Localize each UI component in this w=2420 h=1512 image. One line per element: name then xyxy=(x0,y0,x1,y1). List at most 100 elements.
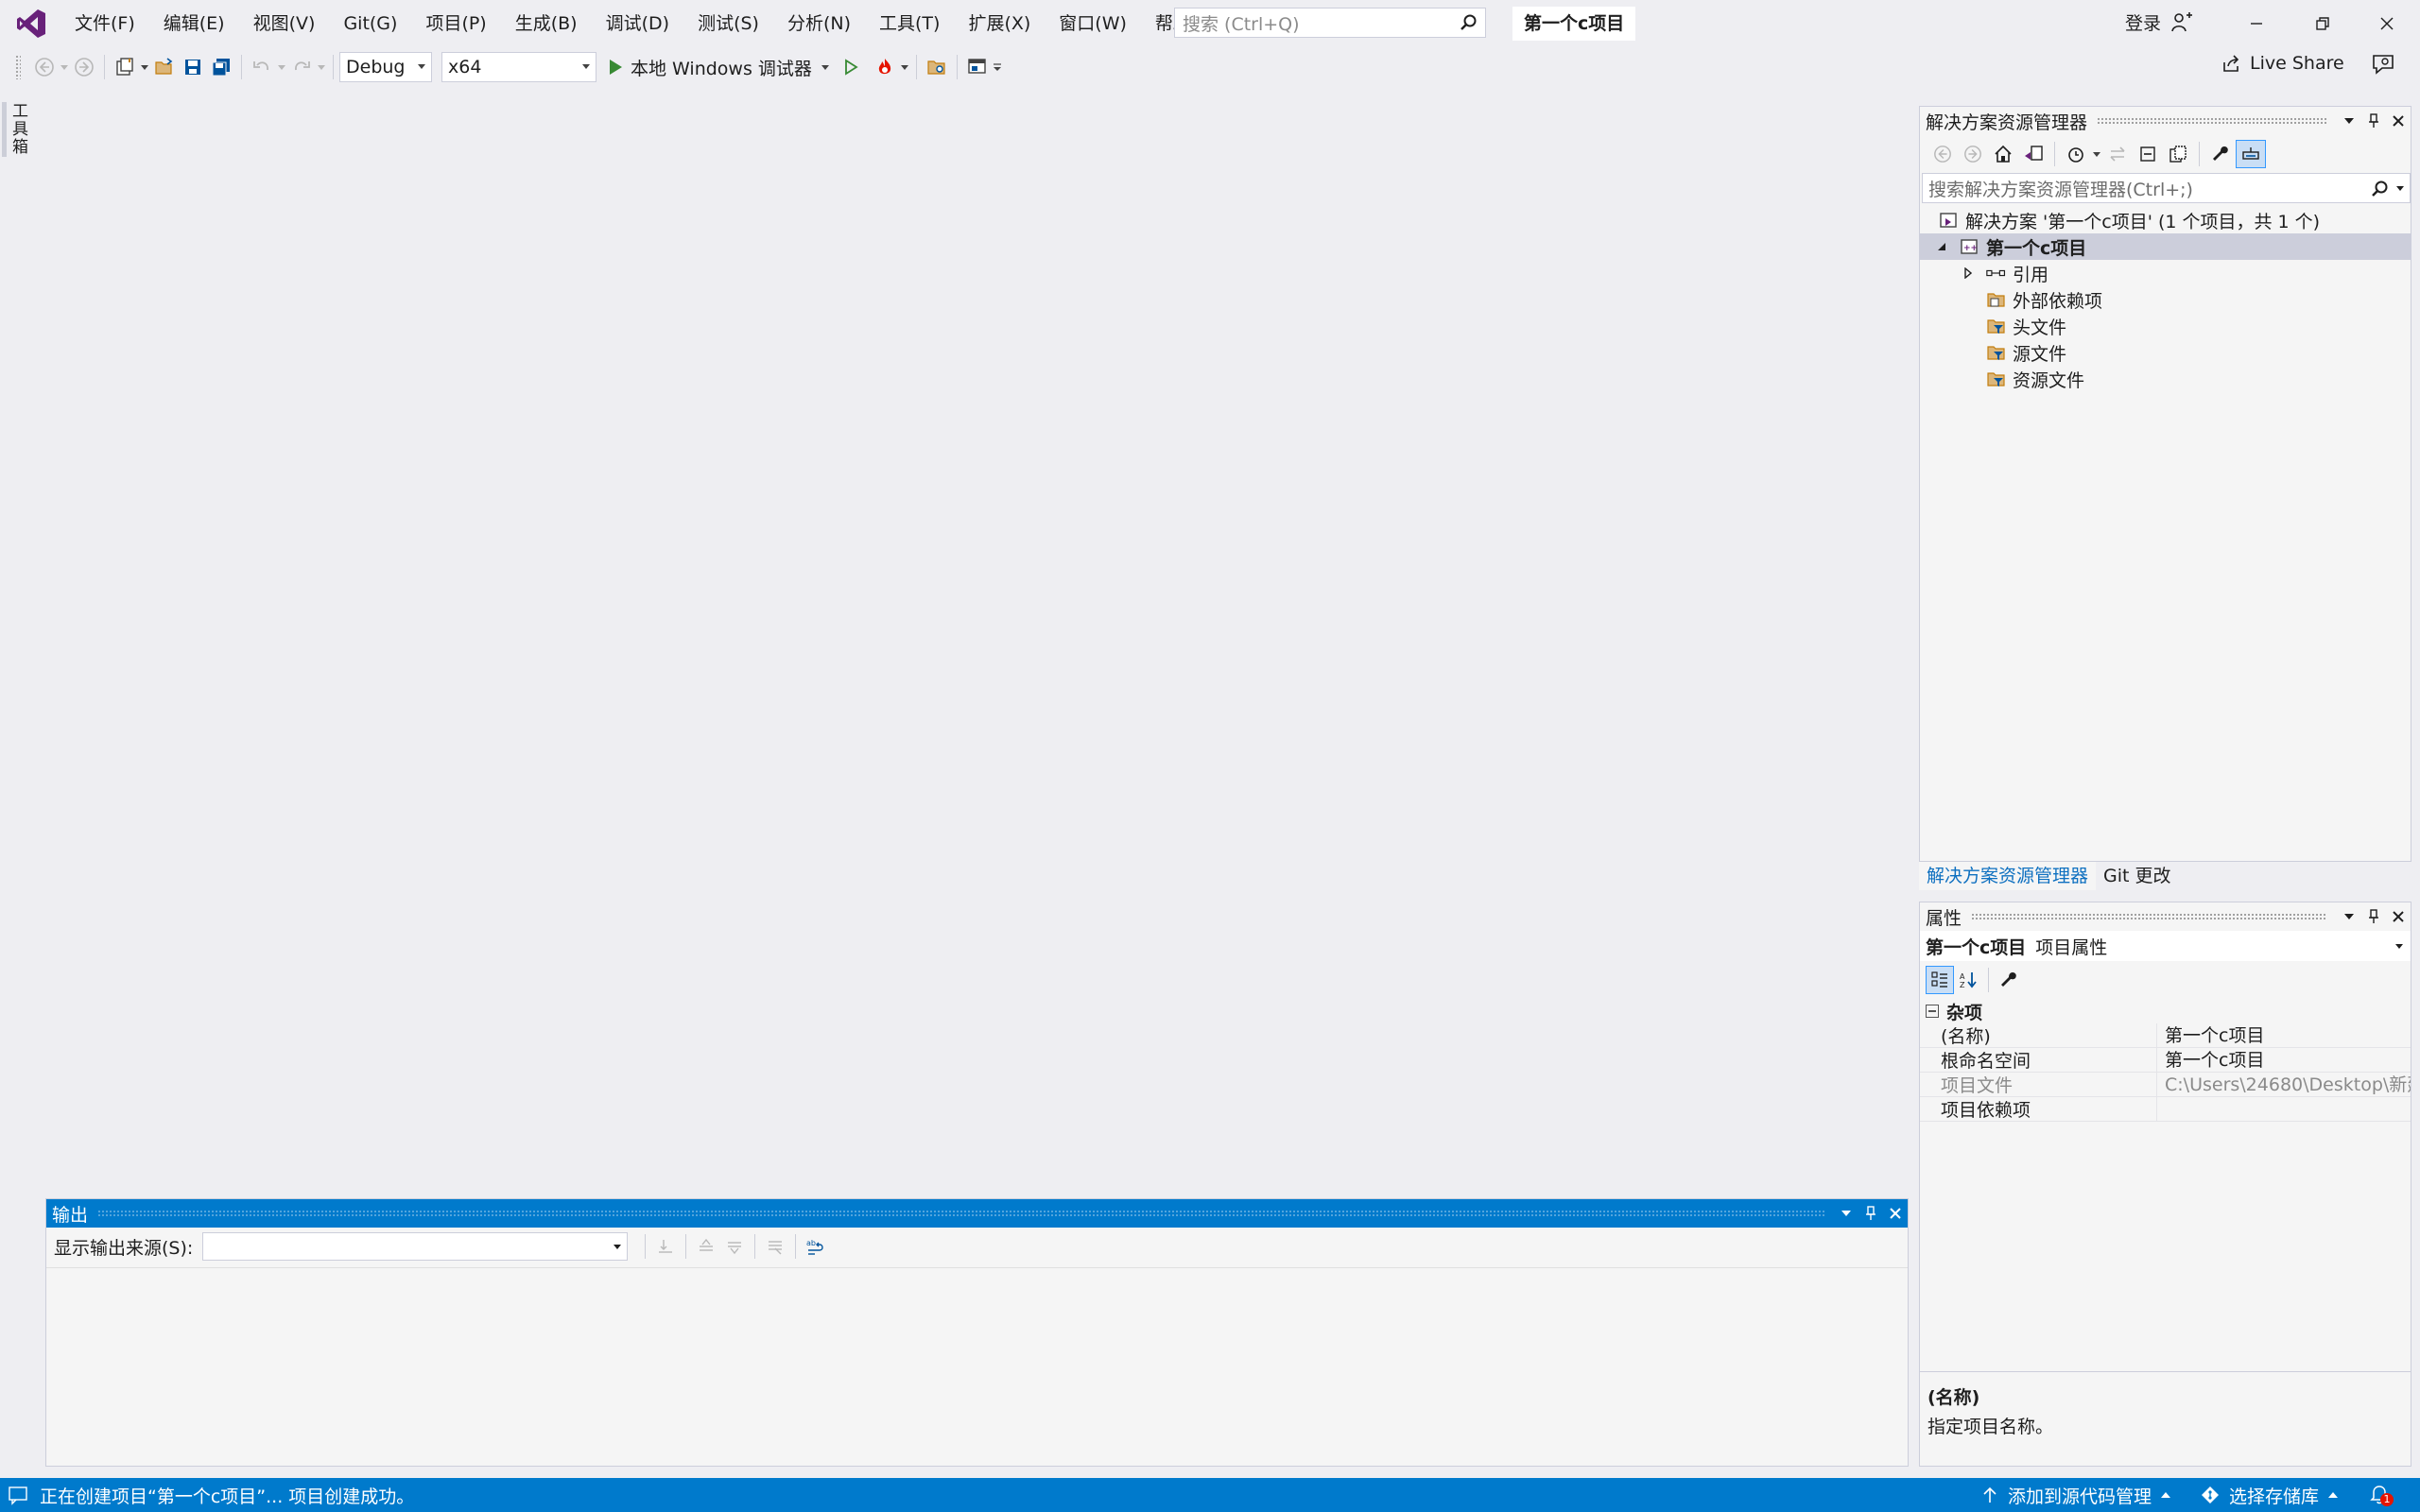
tree-item-project[interactable]: ++ 第一个c项目 xyxy=(1920,233,2411,260)
categorized-button[interactable] xyxy=(1926,966,1954,994)
navigate-back-button[interactable] xyxy=(30,53,59,81)
solution-configuration-select[interactable]: Debug xyxy=(339,52,432,82)
panel-drag-handle[interactable] xyxy=(2097,117,2327,125)
window-position-button[interactable] xyxy=(2337,904,2361,929)
panel-drag-handle[interactable] xyxy=(97,1210,1824,1217)
previous-message-button[interactable] xyxy=(692,1232,720,1261)
undo-dropdown[interactable] xyxy=(276,53,287,81)
menu-debug[interactable]: 调试(D) xyxy=(592,0,683,47)
collapsed-triangle-icon[interactable] xyxy=(1960,265,1977,282)
auto-hide-button[interactable] xyxy=(2361,904,2386,929)
menu-edit[interactable]: 编辑(E) xyxy=(149,0,239,47)
se-collapse-all-button[interactable] xyxy=(2133,140,2163,168)
tree-item-source-files[interactable]: 源文件 xyxy=(1920,339,2411,366)
property-category-misc[interactable]: 杂项 xyxy=(1920,999,2411,1023)
solution-explorer-search-input[interactable]: 搜索解决方案资源管理器(Ctrl+;) xyxy=(1922,173,2411,203)
new-item-dropdown[interactable] xyxy=(139,53,150,81)
live-share-button[interactable]: Live Share xyxy=(2221,53,2344,74)
property-pages-button[interactable] xyxy=(1995,966,2023,994)
menu-build[interactable]: 生成(B) xyxy=(501,0,592,47)
select-repository-button[interactable]: 选择存储库 xyxy=(2201,1483,2339,1508)
se-switch-views-button[interactable] xyxy=(2018,140,2048,168)
property-row-root-namespace[interactable]: 根命名空间 第一个c项目 xyxy=(1920,1048,2411,1073)
toolbar-grip[interactable] xyxy=(15,55,21,79)
property-value[interactable]: 第一个c项目 xyxy=(2156,1023,2411,1047)
tree-item-header-files[interactable]: 头文件 xyxy=(1920,313,2411,339)
property-value[interactable]: 第一个c项目 xyxy=(2156,1048,2411,1072)
panel-drag-handle[interactable] xyxy=(1971,913,2327,920)
status-output-toggle[interactable] xyxy=(8,1485,28,1505)
se-show-all-files-button[interactable] xyxy=(2163,140,2193,168)
tree-item-external-deps[interactable]: 外部依赖项 xyxy=(1920,286,2411,313)
notifications-button[interactable]: 1 xyxy=(2369,1484,2394,1506)
property-row-name[interactable]: (名称) 第一个c项目 xyxy=(1920,1023,2411,1048)
navigate-forward-button[interactable] xyxy=(70,53,98,81)
se-forward-button[interactable] xyxy=(1958,140,1988,168)
find-in-files-button[interactable] xyxy=(923,53,951,81)
tree-item-references[interactable]: 引用 xyxy=(1920,260,2411,286)
menu-test[interactable]: 测试(S) xyxy=(683,0,773,47)
next-message-button[interactable] xyxy=(720,1232,749,1261)
menu-view[interactable]: 视图(V) xyxy=(239,0,330,47)
output-source-select[interactable] xyxy=(202,1232,629,1261)
expanded-triangle-icon[interactable] xyxy=(1933,238,1950,255)
solution-platform-select[interactable]: x64 xyxy=(441,52,596,82)
undo-button[interactable] xyxy=(248,53,276,81)
close-panel-button[interactable] xyxy=(1883,1201,1908,1226)
menu-window[interactable]: 窗口(W) xyxy=(1045,0,1141,47)
properties-object-selector[interactable]: 第一个c项目 项目属性 xyxy=(1920,931,2411,961)
se-properties-button[interactable] xyxy=(2205,140,2236,168)
menu-git[interactable]: Git(G) xyxy=(329,0,411,47)
restore-button[interactable] xyxy=(2290,0,2356,47)
redo-dropdown[interactable] xyxy=(316,53,327,81)
menu-tools[interactable]: 工具(T) xyxy=(865,0,954,47)
auto-hide-button[interactable] xyxy=(1858,1201,1883,1226)
tree-item-resource-files[interactable]: 资源文件 xyxy=(1920,366,2411,392)
close-panel-button[interactable] xyxy=(2386,904,2411,929)
clear-all-button[interactable] xyxy=(761,1232,789,1261)
redo-button[interactable] xyxy=(287,53,316,81)
se-filter-dropdown[interactable] xyxy=(2091,140,2102,168)
collapse-box-icon[interactable] xyxy=(1926,1005,1939,1018)
tab-git-changes[interactable]: Git 更改 xyxy=(2096,862,2179,890)
sign-in-link[interactable]: 登录 xyxy=(2125,0,2161,47)
toolbox-tab[interactable]: 工具箱 xyxy=(9,102,30,156)
menu-project[interactable]: 项目(P) xyxy=(411,0,500,47)
navigate-back-dropdown[interactable] xyxy=(59,53,70,81)
output-text-area[interactable] xyxy=(46,1267,1908,1466)
window-position-button[interactable] xyxy=(2337,109,2361,133)
hot-reload-dropdown[interactable] xyxy=(899,53,910,81)
add-to-source-control-button[interactable]: 添加到源代码管理 xyxy=(1981,1483,2171,1508)
property-row-project-file[interactable]: 项目文件 C:\Users\24680\Desktop\新建文 xyxy=(1920,1073,2411,1097)
save-all-button[interactable] xyxy=(207,53,235,81)
menu-file[interactable]: 文件(F) xyxy=(60,0,149,47)
search-input[interactable]: 搜索 (Ctrl+Q) xyxy=(1174,8,1486,38)
tree-item-solution[interactable]: 解决方案 '第一个c项目' (1 个项目，共 1 个) xyxy=(1920,207,2411,233)
tab-solution-explorer[interactable]: 解决方案资源管理器 xyxy=(1919,862,2097,890)
debug-target-dropdown[interactable] xyxy=(820,53,831,81)
save-button[interactable] xyxy=(179,53,207,81)
property-value[interactable] xyxy=(2156,1097,2411,1121)
window-position-button[interactable] xyxy=(1834,1201,1858,1226)
se-home-button[interactable] xyxy=(1988,140,2018,168)
hot-reload-button[interactable] xyxy=(871,53,899,81)
window-layout-button[interactable] xyxy=(963,53,992,81)
start-without-debugging-button[interactable] xyxy=(837,53,865,81)
find-message-in-code-button[interactable] xyxy=(651,1232,680,1261)
menu-analyze[interactable]: 分析(N) xyxy=(773,0,865,47)
se-preview-selected-button[interactable] xyxy=(2236,140,2266,168)
toolbar-options-dropdown[interactable] xyxy=(992,53,1003,81)
toggle-word-wrap-button[interactable]: ab xyxy=(802,1232,830,1261)
minimize-button[interactable] xyxy=(2223,0,2290,47)
chevron-down-icon[interactable] xyxy=(2396,186,2404,191)
close-window-button[interactable] xyxy=(2354,0,2420,47)
start-debugging-button[interactable]: 本地 Windows 调试器 xyxy=(606,55,812,80)
auto-hide-button[interactable] xyxy=(2361,109,2386,133)
alphabetical-button[interactable]: AZ xyxy=(1954,966,1982,994)
menu-extensions[interactable]: 扩展(X) xyxy=(954,0,1045,47)
property-row-project-dependencies[interactable]: 项目依赖项 xyxy=(1920,1097,2411,1122)
se-sync-button[interactable] xyxy=(2102,140,2133,168)
new-item-button[interactable] xyxy=(111,53,139,81)
close-panel-button[interactable] xyxy=(2386,109,2411,133)
se-pending-changes-filter-button[interactable] xyxy=(2061,140,2091,168)
